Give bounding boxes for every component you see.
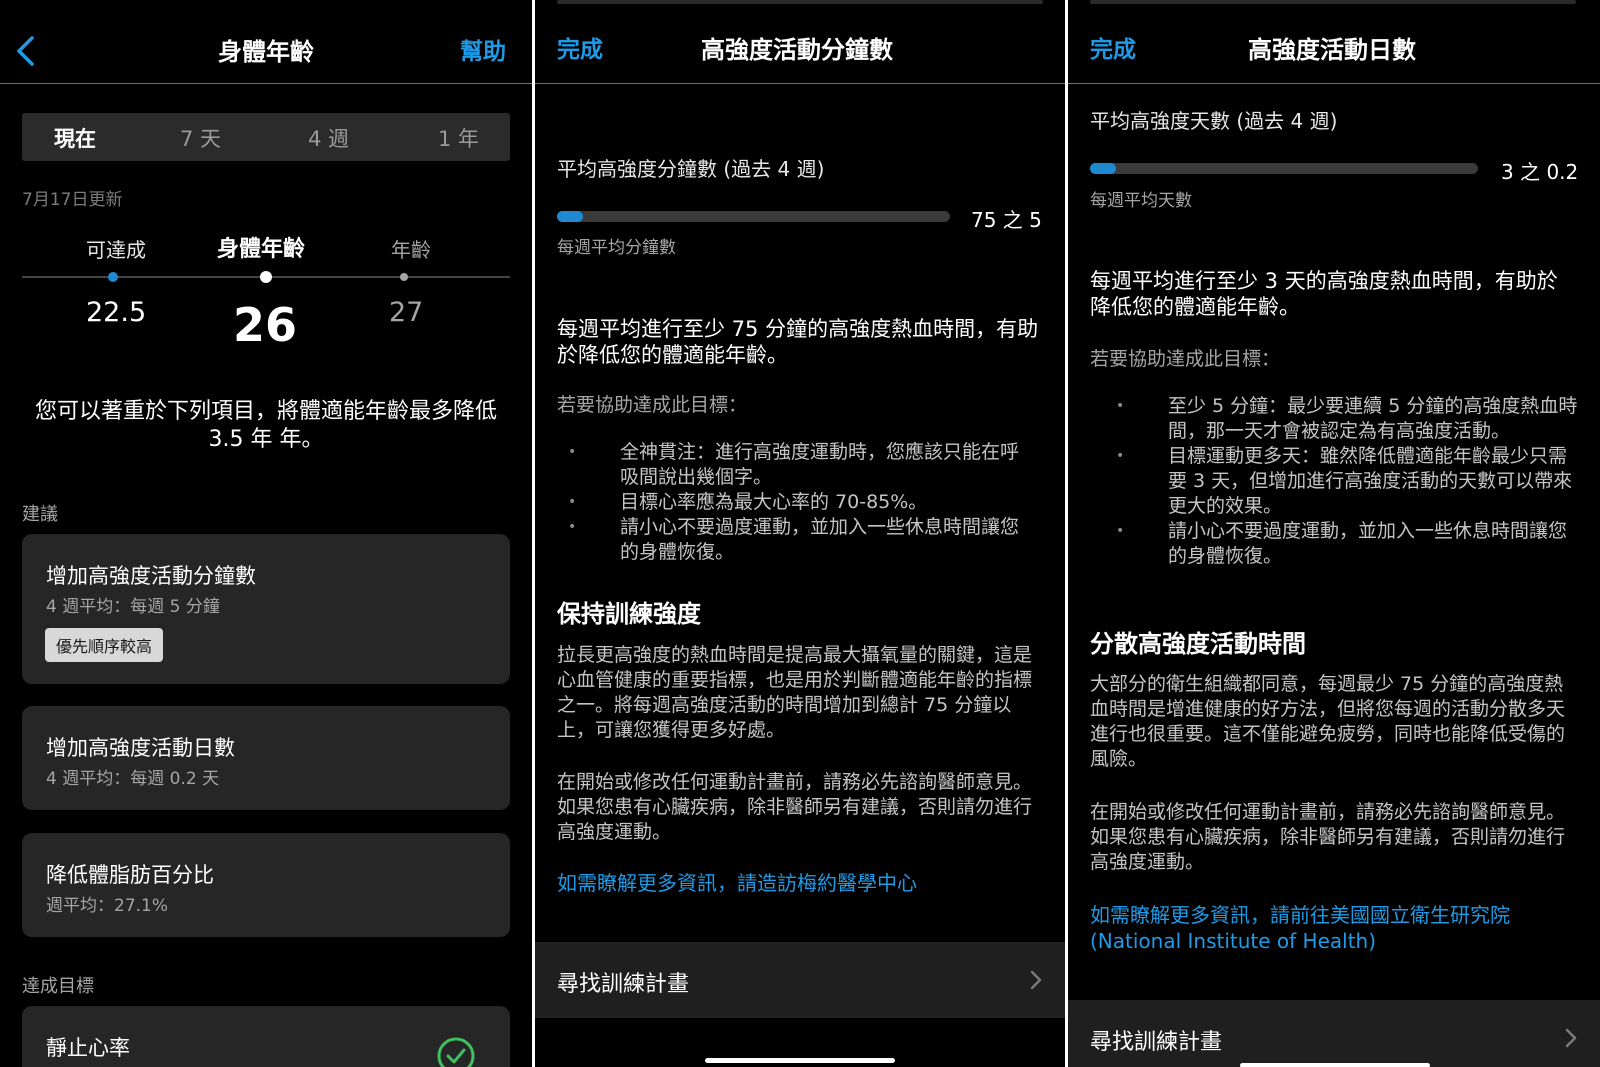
list-item: 目標運動更多天：雖然降低體適能年齡最少只需要 3 天，但增加進行高強度活動的天數…	[1116, 444, 1578, 519]
chevron-right-icon	[1565, 1028, 1577, 1048]
minutes-progress-bar	[557, 211, 950, 222]
vigorous-minutes-panel: 完成 高強度活動分鐘數 平均高強度分鐘數 (過去 4 週) 75 之 5 每週平…	[535, 0, 1065, 1067]
tab-4-weeks[interactable]: 4 週	[308, 123, 349, 153]
progress-value: 75 之 5	[971, 208, 1042, 232]
achievable-marker	[108, 272, 118, 282]
body-age-marker	[260, 271, 272, 283]
page-title: 身體年齡	[218, 38, 314, 66]
page-title: 高強度活動分鐘數	[701, 36, 893, 64]
tab-1-year[interactable]: 1 年	[438, 123, 479, 153]
achievable-value: 22.5	[86, 297, 147, 328]
find-training-plan-row[interactable]: 尋找訓練計畫	[535, 942, 1065, 1018]
age-marker	[400, 273, 408, 281]
tips-heading: 若要協助達成此目標：	[557, 394, 748, 416]
updated-date: 7月17日更新	[22, 190, 123, 210]
page-title: 高強度活動日數	[1248, 36, 1416, 64]
warning-paragraph: 在開始或修改任何運動計畫前，請務必先諮詢醫師意見。如果您患有心臟疾病，除非醫師另…	[1090, 801, 1566, 873]
progress-fill	[557, 211, 584, 222]
progress-value: 3 之 0.2	[1501, 160, 1579, 184]
section-title: 平均高強度天數 (過去 4 週)	[1090, 109, 1338, 133]
body-age-value: 26	[233, 298, 298, 352]
achieved-label: 達成目標	[22, 976, 94, 997]
progress-fill	[1090, 163, 1116, 174]
days-progress-bar	[1090, 163, 1478, 174]
card-subtitle: 4 週平均：每週 0.2 天	[46, 769, 220, 789]
nav-header: 完成 高強度活動日數	[1068, 0, 1600, 84]
priority-badge: 優先順序較高	[45, 628, 164, 662]
nih-link[interactable]: 如需瞭解更多資訊，請前往美國國立衛生研究院 (National Institut…	[1090, 902, 1560, 954]
body-age-label: 身體年齡	[217, 237, 306, 262]
suggestion-card-days[interactable]: 增加高強度活動日數 4 週平均：每週 0.2 天	[22, 706, 510, 810]
chevron-right-icon	[1030, 970, 1042, 990]
card-subtitle: 週平均：27.1%	[46, 896, 169, 916]
row-label: 尋找訓練計畫	[1090, 1030, 1223, 1055]
nav-header: 身體年齡 幫助	[0, 0, 532, 84]
done-button[interactable]: 完成	[557, 30, 603, 64]
home-indicator	[1240, 1063, 1430, 1067]
find-training-plan-row[interactable]: 尋找訓練計畫	[1068, 1000, 1600, 1067]
card-subtitle: 4 週平均：每週 5 分鐘	[46, 597, 220, 617]
intro-text: 每週平均進行至少 3 天的高強度熱血時間，有助於降低您的體適能年齡。	[1090, 269, 1558, 319]
check-circle-icon	[437, 1037, 475, 1067]
progress-caption: 每週平均分鐘數	[557, 238, 676, 258]
list-item: 全神貫注：進行高強度運動時，您應該只能在呼吸間說出幾個字。	[568, 440, 1028, 490]
home-indicator	[705, 1058, 895, 1063]
tips-list: 全神貫注：進行高強度運動時，您應該只能在呼吸間說出幾個字。 目標心率應為最大心率…	[568, 440, 1028, 565]
card-title: 增加高強度活動分鐘數	[46, 564, 256, 588]
mayo-clinic-link[interactable]: 如需瞭解更多資訊，請造訪梅約醫學中心	[557, 870, 1033, 896]
improvement-note: 您可以著重於下列項目，將體適能年齡最多降低 3.5 年 年。	[34, 399, 497, 452]
card-title: 降低體脂肪百分比	[46, 863, 214, 887]
warning-paragraph: 在開始或修改任何運動計畫前，請務必先諮詢醫師意見。如果您患有心臟疾病，除非醫師另…	[557, 771, 1033, 843]
row-label: 尋找訓練計畫	[557, 972, 690, 997]
list-item: 請小心不要過度運動，並加入一些休息時間讓您的身體恢復。	[1116, 519, 1578, 569]
tab-7-days[interactable]: 7 天	[180, 123, 221, 153]
section-heading: 保持訓練強度	[557, 600, 701, 628]
body-paragraph: 大部分的衛生組織都同意，每週最少 75 分鐘的高強度熱血時間是增進健康的好方法，…	[1090, 673, 1566, 770]
help-button[interactable]: 幫助	[460, 32, 506, 66]
progress-caption: 每週平均天數	[1090, 191, 1192, 211]
achievable-label: 可達成	[86, 238, 146, 262]
back-chevron-icon[interactable]	[12, 34, 42, 68]
tips-list: 至少 5 分鐘：最少要連續 5 分鐘的高強度熱血時間，那一天才會被認定為有高強度…	[1116, 394, 1578, 569]
suggestions-label: 建議	[22, 504, 58, 525]
card-title: 靜止心率	[46, 1036, 130, 1060]
section-title: 平均高強度分鐘數 (過去 4 週)	[557, 157, 825, 181]
suggestion-card-body-fat[interactable]: 降低體脂肪百分比 週平均：27.1%	[22, 833, 510, 937]
age-value: 27	[389, 297, 424, 328]
suggestion-card-minutes[interactable]: 增加高強度活動分鐘數 4 週平均：每週 5 分鐘 優先順序較高	[22, 534, 510, 684]
body-paragraph: 拉長更高強度的熱血時間是提高最大攝氧量的關鍵，這是心血管健康的重要指標，也是用於…	[557, 644, 1033, 741]
nav-header: 完成 高強度活動分鐘數	[535, 0, 1065, 84]
tips-heading: 若要協助達成此目標：	[1090, 348, 1281, 370]
list-item: 至少 5 分鐘：最少要連續 5 分鐘的高強度熱血時間，那一天才會被認定為有高強度…	[1116, 394, 1578, 444]
card-title: 增加高強度活動日數	[46, 736, 235, 760]
body-age-panel: 身體年齡 幫助 現在 7 天 4 週 1 年 7月17日更新 可達成 身體年齡 …	[0, 0, 532, 1067]
vigorous-days-panel: 完成 高強度活動日數 平均高強度天數 (過去 4 週) 3 之 0.2 每週平均…	[1068, 0, 1600, 1067]
section-heading: 分散高強度活動時間	[1090, 630, 1306, 658]
period-tabs: 現在 7 天 4 週 1 年	[22, 113, 510, 161]
achieved-card-resting-hr[interactable]: 靜止心率	[22, 1006, 510, 1067]
age-label: 年齡	[391, 238, 431, 262]
list-item: 目標心率應為最大心率的 70-85%。	[568, 490, 1028, 515]
intro-text: 每週平均進行至少 75 分鐘的高強度熱血時間，有助於降低您的體適能年齡。	[557, 317, 1039, 367]
tab-now[interactable]: 現在	[54, 123, 96, 153]
list-item: 請小心不要過度運動，並加入一些休息時間讓您的身體恢復。	[568, 515, 1028, 565]
done-button[interactable]: 完成	[1090, 30, 1136, 64]
